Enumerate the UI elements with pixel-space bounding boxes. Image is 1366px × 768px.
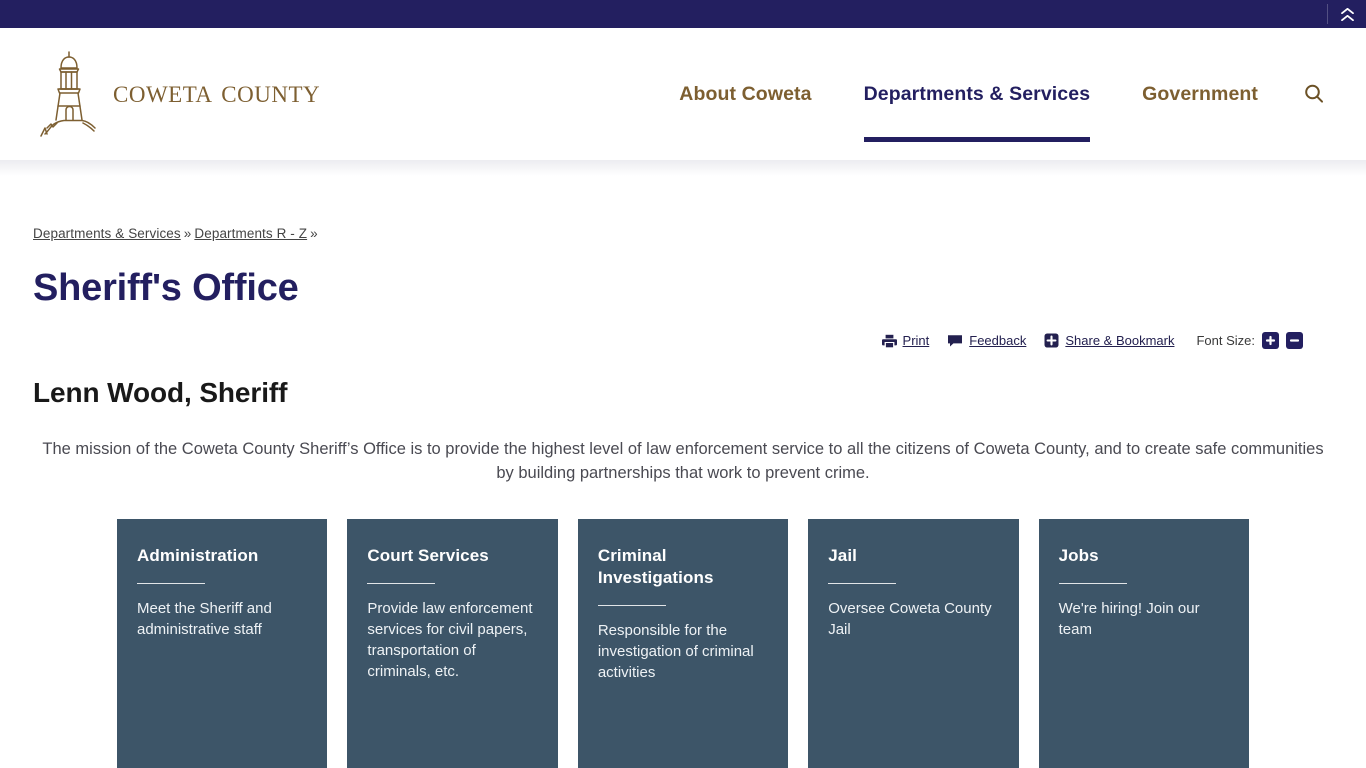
card-title: Jail	[828, 546, 857, 565]
feedback-label: Feedback	[969, 333, 1027, 348]
card-description: Responsible for the investigation of cri…	[597, 622, 754, 681]
font-size-label: Font Size:	[1196, 333, 1255, 348]
font-size-controls: Font Size:	[1196, 332, 1303, 349]
card-divider	[828, 583, 897, 584]
breadcrumb-item-departments-services[interactable]: Departments & Services	[33, 226, 181, 241]
printer-icon	[881, 334, 897, 348]
breadcrumb-separator-trailing: »	[310, 226, 318, 241]
speech-bubble-icon	[947, 334, 963, 348]
card-divider	[597, 605, 666, 606]
plus-square-icon	[1044, 333, 1059, 348]
card-title: Court Services	[367, 546, 489, 565]
site-logo[interactable]: Coweta County	[33, 48, 320, 140]
site-logo-text: Coweta County	[113, 73, 321, 110]
card-divider	[137, 583, 205, 584]
card-title: Administration	[137, 546, 259, 565]
nav-item-departments-services[interactable]: Departments & Services	[838, 28, 1117, 160]
main-content: Departments & Services» Departments R - Z…	[0, 160, 1366, 768]
primary-navigation: About Coweta Departments & Services Gove…	[653, 28, 1336, 160]
card-divider	[367, 583, 436, 584]
card-court-services[interactable]: Court Services Provide law enforcement s…	[347, 519, 558, 768]
card-jobs[interactable]: Jobs We're hiring! Join our team	[1038, 519, 1250, 768]
page-tools: Print Feedback Share & Bookmark Font Siz…	[33, 332, 1333, 349]
department-cards: Administration Meet the Sheriff and admi…	[33, 519, 1333, 768]
print-label: Print	[902, 333, 930, 348]
card-description: Provide law enforcement services for civ…	[367, 600, 533, 680]
nav-item-about-coweta[interactable]: About Coweta	[653, 28, 837, 160]
card-title: Jobs	[1058, 546, 1099, 565]
card-description: We're hiring! Join our team	[1058, 600, 1200, 638]
card-jail[interactable]: Jail Oversee Coweta County Jail	[808, 519, 1019, 768]
card-description: Oversee Coweta County Jail	[828, 600, 992, 638]
card-administration[interactable]: Administration Meet the Sheriff and admi…	[117, 519, 328, 768]
nav-item-government[interactable]: Government	[1116, 28, 1284, 160]
search-icon[interactable]	[1296, 76, 1332, 112]
collapse-topbar-button[interactable]	[1328, 0, 1366, 28]
card-criminal-investigations[interactable]: Criminal Investigations Responsible for …	[577, 519, 789, 768]
sheriff-name-heading: Lenn Wood, Sheriff	[33, 377, 288, 408]
site-header: Coweta County About Coweta Departments &…	[0, 28, 1366, 160]
feedback-button[interactable]: Feedback	[947, 333, 1026, 348]
top-utility-bar	[0, 0, 1366, 28]
page-title: Sheriff's Office	[33, 267, 299, 309]
share-bookmark-label: Share & Bookmark	[1065, 333, 1175, 348]
lighthouse-icon	[33, 48, 111, 140]
double-chevron-up-icon	[1340, 7, 1354, 21]
mission-statement: The mission of the Coweta County Sheriff…	[42, 440, 1324, 482]
breadcrumb-separator: »	[183, 226, 192, 241]
share-bookmark-button[interactable]: Share & Bookmark	[1044, 333, 1174, 348]
card-divider	[1058, 583, 1127, 584]
font-size-decrease-button[interactable]	[1286, 332, 1303, 349]
breadcrumb-item-departments-r-z[interactable]: Departments R - Z	[194, 226, 307, 241]
card-title: Criminal Investigations	[597, 546, 714, 587]
card-description: Meet the Sheriff and administrative staf…	[137, 600, 272, 638]
print-button[interactable]: Print	[881, 333, 930, 348]
font-size-increase-button[interactable]	[1262, 332, 1279, 349]
